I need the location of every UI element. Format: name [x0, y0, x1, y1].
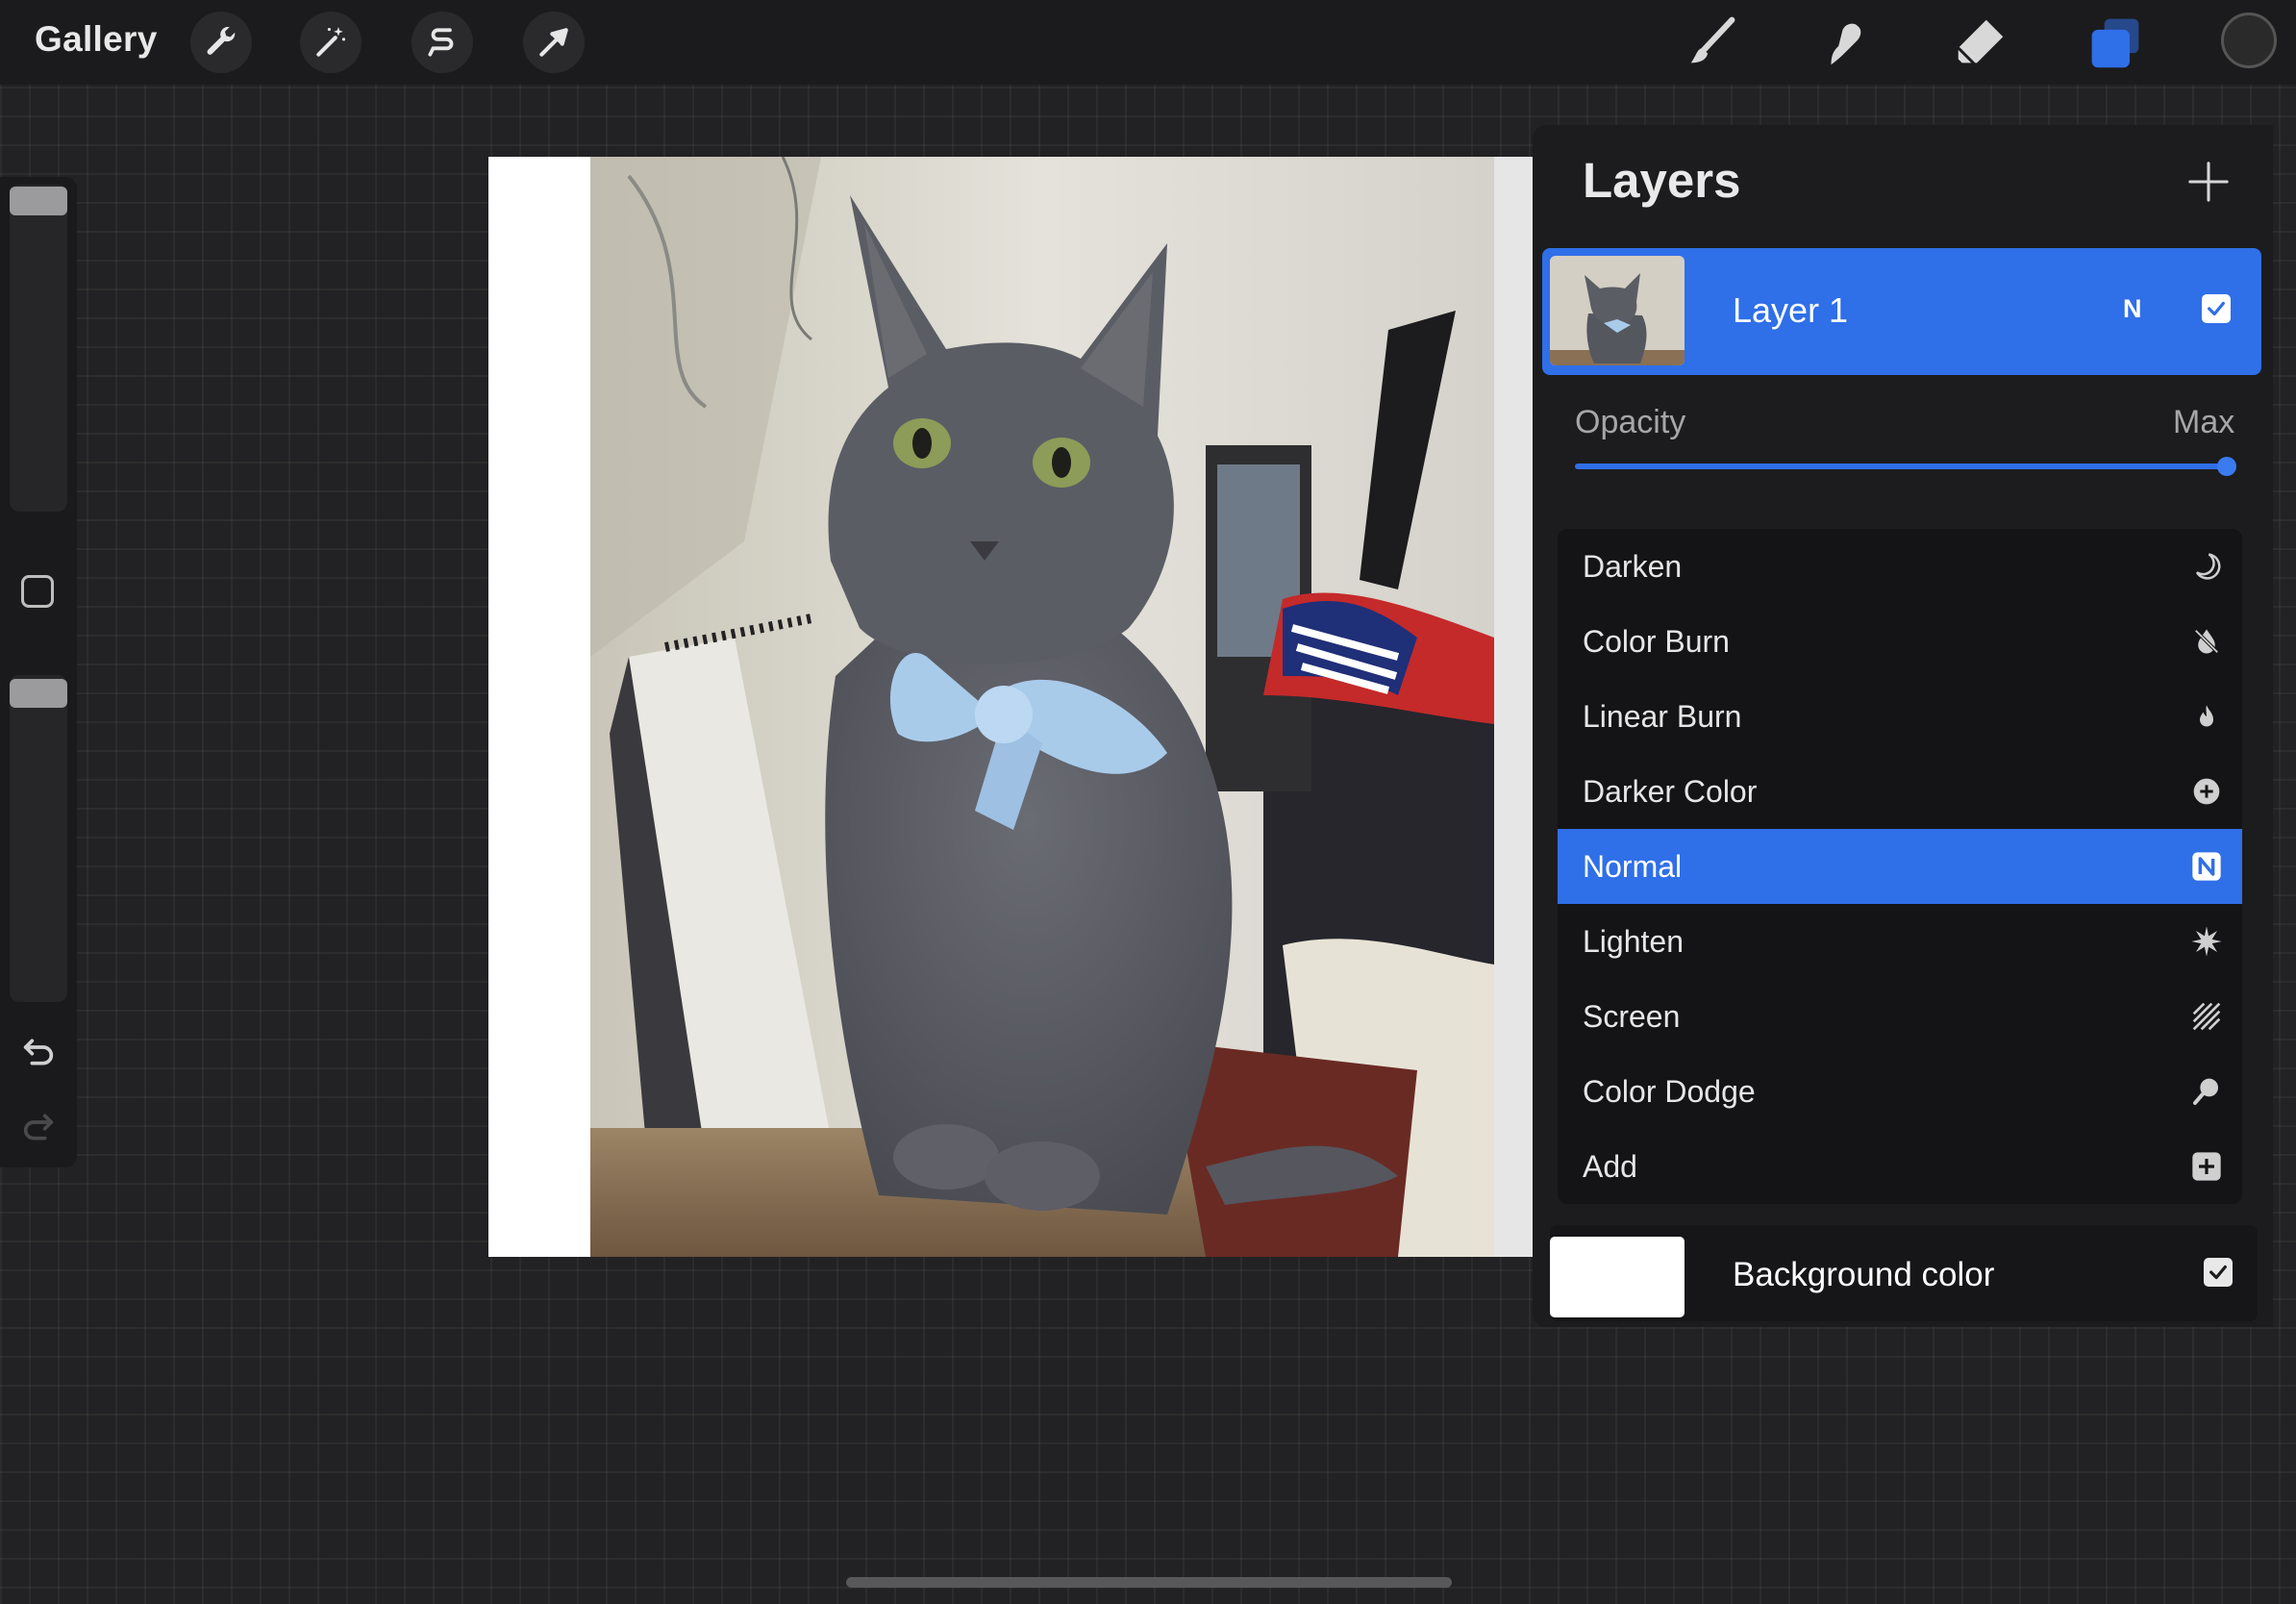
magic-wand-icon — [316, 27, 346, 57]
gallery-button[interactable]: Gallery — [35, 19, 158, 60]
actions-button[interactable] — [190, 12, 252, 73]
adjustments-button[interactable] — [300, 12, 362, 73]
checkmark-icon — [2209, 1265, 2227, 1280]
sun-burst-icon — [2191, 926, 2222, 957]
hatch-icon — [2192, 1002, 2221, 1031]
background-color-swatch[interactable] — [1550, 1237, 1685, 1317]
opacity-slider-knob[interactable] — [2217, 457, 2236, 476]
modify-square-icon[interactable] — [21, 575, 54, 608]
brush-opacity-thumb[interactable] — [10, 679, 67, 708]
plus-square-icon — [2192, 1152, 2221, 1181]
blend-mode-linear-burn[interactable]: Linear Burn — [1558, 679, 2242, 754]
left-sidebar — [0, 177, 77, 1167]
arrow-cursor-icon — [539, 28, 568, 57]
opacity-slider[interactable] — [1575, 464, 2225, 469]
redo-icon[interactable] — [19, 1108, 58, 1146]
home-indicator[interactable] — [846, 1577, 1452, 1588]
cat-illustration — [590, 157, 1494, 1257]
blend-mode-darken[interactable]: Darken — [1558, 529, 2242, 604]
checkmark-icon — [2208, 301, 2225, 316]
layer-thumbnail[interactable] — [1550, 256, 1685, 365]
smudge-icon — [1831, 23, 1861, 65]
plus-icon[interactable] — [2186, 160, 2231, 204]
layer-row-layer-1[interactable]: Layer 1 N — [1542, 248, 2261, 375]
color-picker-button[interactable] — [2221, 13, 2277, 68]
plus-circle-icon — [2193, 778, 2220, 805]
layer-name[interactable]: Layer 1 — [1733, 290, 1848, 331]
blend-mode-label: Darken — [1583, 548, 1683, 584]
panel-title: Layers — [1583, 153, 1741, 208]
blend-mode-color-burn[interactable]: Color Burn — [1558, 604, 2242, 679]
brush-opacity-slider[interactable] — [10, 675, 67, 1002]
blend-mode-screen[interactable]: Screen — [1558, 979, 2242, 1054]
selection-s-icon — [428, 28, 454, 57]
brush-size-thumb[interactable] — [10, 187, 67, 215]
smudge-button[interactable] — [1813, 10, 1879, 75]
blend-mode-list: Darken Color Burn Linear Burn Darker Col… — [1558, 529, 2242, 1204]
opacity-value: Max — [2173, 404, 2235, 440]
blend-mode-label: Lighten — [1583, 923, 1684, 959]
brush-icon — [1690, 16, 1735, 63]
blend-mode-label: Color Dodge — [1583, 1073, 1756, 1109]
eraser-button[interactable] — [1948, 10, 2013, 75]
layer-blend-mode-badge[interactable]: N — [2123, 294, 2142, 324]
blend-mode-color-dodge[interactable]: Color Dodge — [1558, 1054, 2242, 1129]
layers-panel: Layers Layer 1 N Opacity Max Darken Colo… — [1533, 125, 2273, 1327]
wrench-icon — [207, 27, 236, 55]
cat-photo — [590, 157, 1494, 1257]
drawing-canvas[interactable] — [488, 157, 1533, 1257]
blend-mode-add[interactable]: Add — [1558, 1129, 2242, 1204]
blend-mode-label: Add — [1583, 1148, 1637, 1184]
blend-mode-label: Screen — [1583, 998, 1681, 1034]
brush-button[interactable] — [1679, 10, 1744, 75]
background-color-label: Background color — [1733, 1256, 1995, 1293]
transform-button[interactable] — [523, 12, 585, 73]
blend-mode-label: Darker Color — [1583, 773, 1758, 809]
blend-mode-normal[interactable]: Normal — [1558, 829, 2242, 904]
layer-visibility-checkbox[interactable] — [2202, 294, 2231, 323]
top-toolbar: Gallery — [0, 0, 2296, 85]
eraser-icon — [1957, 19, 2004, 66]
blend-mode-label: Linear Burn — [1583, 698, 1742, 734]
layers-icon — [2091, 18, 2139, 68]
flame-icon — [2200, 705, 2213, 727]
drop-slash-icon — [2194, 629, 2219, 654]
brush-size-slider[interactable] — [10, 185, 67, 512]
blend-mode-lighten[interactable]: Lighten — [1558, 904, 2242, 979]
background-color-layer[interactable]: Background color — [1550, 1225, 2258, 1321]
magnifier-icon — [2193, 1078, 2218, 1105]
canvas-edge — [1494, 157, 1533, 1257]
opacity-label: Opacity — [1575, 404, 1686, 440]
layers-button[interactable] — [2083, 10, 2148, 75]
background-visibility-checkbox[interactable] — [2204, 1258, 2233, 1287]
n-badge-icon — [2192, 852, 2221, 881]
blend-mode-label: Normal — [1583, 848, 1683, 884]
moon-icon — [2195, 553, 2221, 580]
blend-mode-darker-color[interactable]: Darker Color — [1558, 754, 2242, 829]
selection-button[interactable] — [412, 12, 473, 73]
undo-icon[interactable] — [19, 1033, 58, 1071]
blend-mode-label: Color Burn — [1583, 623, 1730, 659]
